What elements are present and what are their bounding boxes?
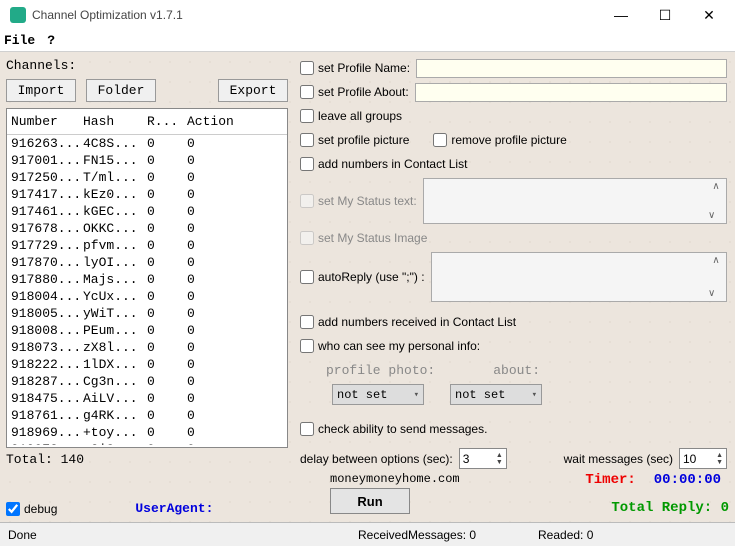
profile-name-input[interactable]: [416, 59, 727, 78]
table-row[interactable]: 918287...Cg3n...00: [7, 373, 287, 390]
title-bar: Channel Optimization v1.7.1 — ☐ ✕: [0, 0, 735, 30]
menu-help[interactable]: ?: [47, 33, 55, 48]
opt-profile-about[interactable]: set Profile About:: [300, 85, 409, 99]
main-area: Channels: Import Folder Export Number Ha…: [0, 52, 735, 522]
table-row[interactable]: 918004...YcUx...00: [7, 288, 287, 305]
table-row[interactable]: 918475...AiLV...00: [7, 390, 287, 407]
profile-photo-label: profile photo:: [326, 363, 435, 378]
debug-checkbox[interactable]: debug: [6, 502, 57, 516]
table-row[interactable]: 917250...T/ml...00: [7, 169, 287, 186]
table-row[interactable]: 918969...+toy...00: [7, 424, 287, 441]
total-label: Total: 140: [6, 452, 288, 467]
col-action[interactable]: Action: [187, 114, 283, 129]
folder-button[interactable]: Folder: [86, 79, 156, 102]
opt-status-image: set My Status Image: [300, 231, 427, 245]
run-button[interactable]: Run: [330, 488, 410, 514]
chevron-down-icon: ▾: [414, 390, 419, 400]
table-row[interactable]: 917729...pfvm...00: [7, 237, 287, 254]
opt-leave-groups[interactable]: leave all groups: [300, 109, 402, 123]
grid-header: Number Hash R... Action: [7, 109, 287, 135]
channels-label: Channels:: [6, 58, 288, 73]
profile-about-input[interactable]: [415, 83, 727, 102]
table-row[interactable]: 917417...kEz0...00: [7, 186, 287, 203]
profile-photo-combo[interactable]: not set▾: [332, 384, 424, 405]
table-row[interactable]: 919073...o2i8...00: [7, 441, 287, 445]
export-button[interactable]: Export: [218, 79, 288, 102]
chevron-down-icon: ▾: [532, 390, 537, 400]
status-read: Readed: 0: [538, 528, 727, 542]
close-button[interactable]: ✕: [687, 1, 731, 29]
maximize-button[interactable]: ☐: [643, 1, 687, 29]
status-text-area: ∧∨: [423, 178, 727, 224]
col-hash[interactable]: Hash: [83, 114, 147, 129]
table-row[interactable]: 917678...OKKC...00: [7, 220, 287, 237]
left-panel: Channels: Import Folder Export Number Ha…: [6, 58, 288, 467]
table-row[interactable]: 917001...FN15...00: [7, 152, 287, 169]
table-row[interactable]: 917461...kGEC...00: [7, 203, 287, 220]
about-label: about:: [493, 363, 540, 378]
wait-spinner[interactable]: 10▲▼: [679, 448, 727, 469]
channels-grid[interactable]: Number Hash R... Action 916263...4C8S...…: [6, 108, 288, 448]
about-combo[interactable]: not set▾: [450, 384, 542, 405]
col-number[interactable]: Number: [11, 114, 83, 129]
opt-add-received[interactable]: add numbers received in Contact List: [300, 315, 516, 329]
spinner-arrows[interactable]: ▲▼: [496, 452, 503, 466]
status-received: ReceivedMessages: 0: [358, 528, 538, 542]
menu-bar: File ?: [0, 30, 735, 52]
table-row[interactable]: 918222...1lDX...00: [7, 356, 287, 373]
col-r[interactable]: R...: [147, 114, 187, 129]
table-row[interactable]: 918008...PEum...00: [7, 322, 287, 339]
useragent-label: UserAgent:: [135, 501, 213, 516]
grid-body[interactable]: 916263...4C8S...00917001...FN15...009172…: [7, 135, 287, 445]
opt-profile-name[interactable]: set Profile Name:: [300, 61, 410, 75]
debug-row: debug UserAgent:: [6, 501, 213, 516]
opt-add-contacts[interactable]: add numbers in Contact List: [300, 157, 467, 171]
timer: Timer:00:00:00: [585, 472, 721, 488]
app-icon: [10, 7, 26, 23]
delay-row: delay between options (sec): 3▲▼ wait me…: [300, 448, 727, 469]
wait-label: wait messages (sec): [564, 452, 673, 466]
table-row[interactable]: 916263...4C8S...00: [7, 135, 287, 152]
opt-remove-pic[interactable]: remove profile picture: [433, 133, 566, 147]
opt-set-pic[interactable]: set profile picture: [300, 133, 409, 147]
spinner-arrows[interactable]: ▲▼: [716, 452, 723, 466]
window-title: Channel Optimization v1.7.1: [32, 8, 599, 22]
table-row[interactable]: 918761...g4RK...00: [7, 407, 287, 424]
channel-buttons: Import Folder Export: [6, 79, 288, 102]
opt-status-text: set My Status text:: [300, 194, 417, 208]
table-row[interactable]: 917870...lyOI...00: [7, 254, 287, 271]
import-button[interactable]: Import: [6, 79, 76, 102]
delay-label: delay between options (sec):: [300, 452, 453, 466]
delay-spinner[interactable]: 3▲▼: [459, 448, 507, 469]
opt-auto-reply[interactable]: autoReply (use ";") :: [300, 270, 425, 284]
table-row[interactable]: 918073...zX8l...00: [7, 339, 287, 356]
minimize-button[interactable]: —: [599, 1, 643, 29]
status-done: Done: [8, 528, 358, 542]
opt-check-ability[interactable]: check ability to send messages.: [300, 422, 487, 436]
table-row[interactable]: 917880...Majs...00: [7, 271, 287, 288]
opt-personal-info[interactable]: who can see my personal info:: [300, 339, 480, 353]
total-reply: Total Reply: 0: [611, 500, 729, 516]
options-panel: set Profile Name: set Profile About: lea…: [300, 58, 727, 443]
table-row[interactable]: 918005...yWiT...00: [7, 305, 287, 322]
status-bar: Done ReceivedMessages: 0 Readed: 0: [0, 522, 735, 546]
menu-file[interactable]: File: [4, 33, 35, 48]
auto-reply-area[interactable]: ∧∨: [431, 252, 727, 302]
